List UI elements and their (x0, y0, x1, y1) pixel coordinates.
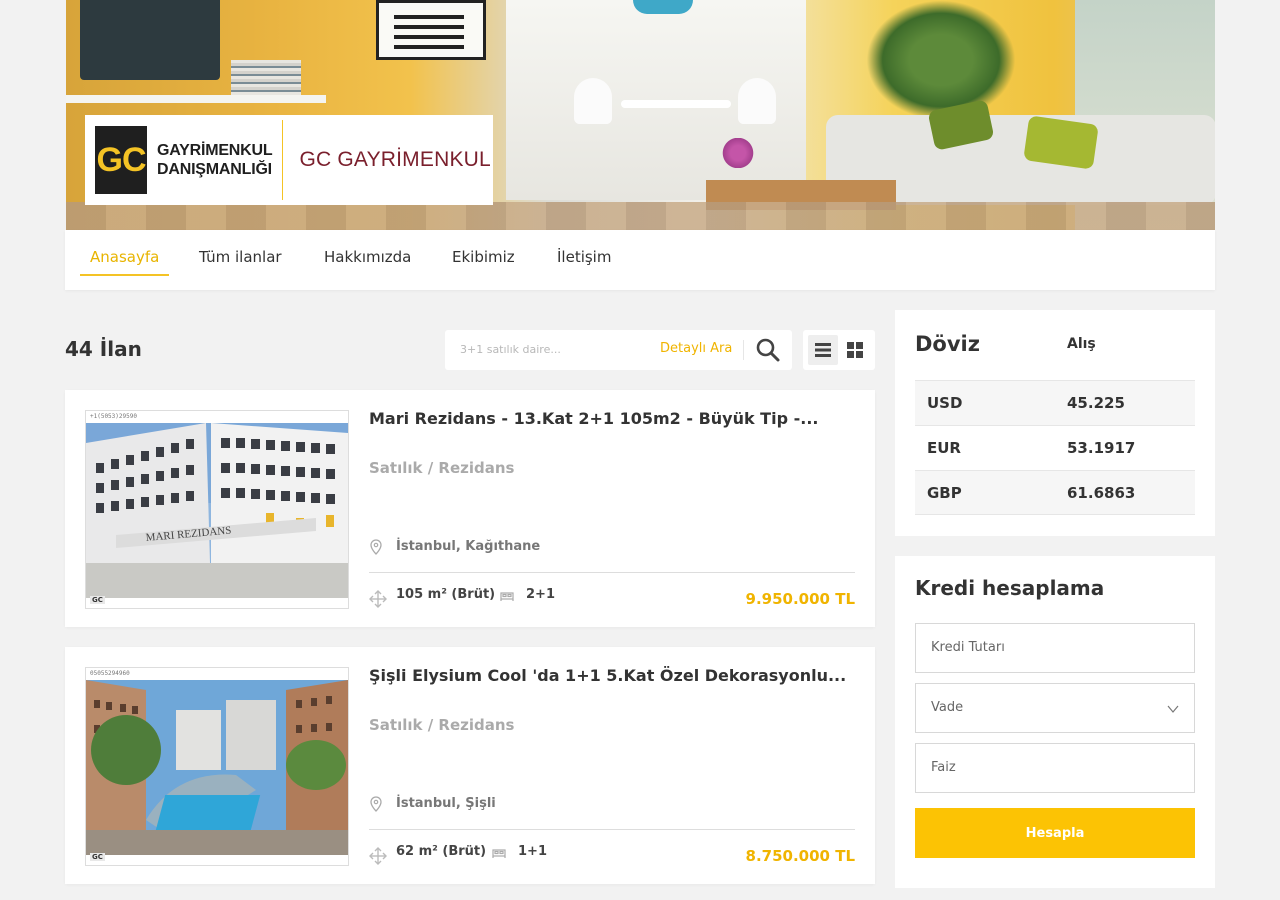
logo-line-2: DANIŞMANLIĞI (157, 161, 272, 178)
banner-chair-decor (574, 78, 612, 124)
nav-team[interactable]: Ekibimiz (442, 248, 525, 274)
nav-about[interactable]: Hakkımızda (314, 248, 421, 274)
card-divider (369, 829, 855, 830)
listing-location: İstanbul, Şişli (396, 796, 496, 811)
banner-lamp-decor (633, 0, 693, 14)
logo-text: GAYRİMENKUL DANIŞMANLIĞI (157, 141, 273, 179)
listing-price: 8.750.000 TL (745, 847, 855, 865)
bed-icon (500, 592, 514, 601)
listing-image[interactable]: +1(5053)29590 MARI REZIDANS GC (85, 410, 349, 609)
area-icon (369, 847, 387, 865)
interest-rate-placeholder: Faiz (931, 760, 956, 775)
loan-term-select[interactable]: Vade (915, 683, 1195, 733)
logo-line-1: GAYRİMENKUL (157, 142, 273, 159)
currency-rate: 53.1917 (1067, 439, 1136, 457)
currency-code: GBP (927, 484, 962, 502)
listing-rooms: 1+1 (518, 844, 547, 859)
building-photo: MARI REZIDANS (86, 423, 348, 598)
listing-title[interactable]: Şişli Elysium Cool 'da 1+1 5.Kat Özel De… (369, 666, 846, 685)
search-bar: 3+1 satılık daire... Detaylı Ara (445, 330, 792, 370)
listing-card[interactable]: +1(5053)29590 MARI REZIDANS GC Mari Rezi… (65, 390, 875, 627)
banner-floor-decor (66, 202, 1215, 230)
banner-frame-decor (376, 0, 486, 60)
listing-area: 62 m² (Brüt) (396, 844, 487, 859)
banner-books-decor (231, 60, 301, 95)
grid-icon (847, 342, 863, 358)
nav-contact[interactable]: İletişim (547, 248, 621, 274)
banner-flowers-decor (718, 138, 758, 168)
list-icon (815, 343, 831, 357)
buy-column-header: Alış (1067, 336, 1096, 352)
banner-tv-decor (80, 0, 220, 80)
nav-all-listings[interactable]: Tüm ilanlar (189, 248, 292, 274)
listing-rooms: 2+1 (526, 587, 555, 602)
brand-logo[interactable]: GC GAYRİMENKUL DANIŞMANLIĞI GC GAYRİMENK… (85, 115, 493, 205)
agency-watermark: GC (90, 853, 105, 861)
banner-plant-decor (866, 0, 1016, 120)
currency-rate: 45.225 (1067, 394, 1125, 412)
interest-rate-input[interactable]: Faiz (915, 743, 1195, 793)
currency-rate: 61.6863 (1067, 484, 1136, 502)
loan-calculator-panel: Kredi hesaplama Kredi Tutarı Vade Faiz H… (895, 556, 1215, 888)
calculate-button[interactable]: Hesapla (915, 808, 1195, 858)
currency-code: EUR (927, 439, 961, 457)
chevron-down-icon (1167, 705, 1179, 713)
listing-count: 44 İlan (65, 337, 142, 361)
banner-chair-decor (738, 78, 776, 124)
advanced-search-link[interactable]: Detaylı Ara (660, 341, 732, 356)
list-view-button[interactable] (808, 335, 838, 365)
listing-area: 105 m² (Brüt) (396, 587, 496, 602)
location-pin-icon (370, 539, 382, 555)
loan-calculator-title: Kredi hesaplama (915, 576, 1105, 600)
banner-shelf-decor (66, 95, 326, 103)
currency-row: EUR 53.1917 (915, 425, 1195, 470)
listing-image[interactable]: 05055294960 GC (85, 667, 349, 866)
main-nav: Anasayfa Tüm ilanlar Hakkımızda Ekibimiz… (65, 230, 1215, 290)
loan-amount-input[interactable]: Kredi Tutarı (915, 623, 1195, 673)
bed-icon (492, 849, 506, 858)
listing-price: 9.950.000 TL (745, 590, 855, 608)
view-toggle (803, 330, 875, 370)
area-icon (369, 590, 387, 608)
search-icon[interactable] (755, 337, 781, 363)
grid-view-button[interactable] (840, 335, 870, 365)
search-divider (743, 340, 744, 360)
nav-home[interactable]: Anasayfa (80, 248, 170, 276)
listing-type: Satılık / Rezidans (369, 459, 515, 477)
currency-code: USD (927, 394, 963, 412)
brand-name: GC GAYRİMENKUL (299, 148, 491, 171)
pool-complex-photo (86, 680, 348, 855)
image-code: 05055294960 (90, 670, 130, 677)
search-input[interactable]: 3+1 satılık daire... (460, 343, 561, 356)
listing-type: Satılık / Rezidans (369, 716, 515, 734)
loan-amount-placeholder: Kredi Tutarı (931, 640, 1005, 655)
banner-table-decor (621, 100, 731, 108)
currency-row: USD 45.225 (915, 380, 1195, 425)
agency-watermark: GC (90, 596, 105, 604)
logo-mark: GC (95, 126, 147, 194)
loan-term-placeholder: Vade (931, 700, 964, 715)
banner-pillow-decor (1023, 115, 1099, 170)
currency-panel: Döviz Alış USD 45.225 EUR 53.1917 GBP 61… (895, 310, 1215, 536)
currency-title: Döviz (915, 332, 980, 356)
location-pin-icon (370, 796, 382, 812)
listing-card[interactable]: 05055294960 GC Şişli Elysium Cool 'da 1+… (65, 647, 875, 884)
listing-title[interactable]: Mari Rezidans - 13.Kat 2+1 105m2 - Büyük… (369, 409, 818, 428)
listing-location: İstanbul, Kağıthane (396, 539, 541, 554)
logo-divider (282, 120, 284, 200)
image-code: +1(5053)29590 (90, 413, 137, 420)
card-divider (369, 572, 855, 573)
currency-row: GBP 61.6863 (915, 470, 1195, 515)
